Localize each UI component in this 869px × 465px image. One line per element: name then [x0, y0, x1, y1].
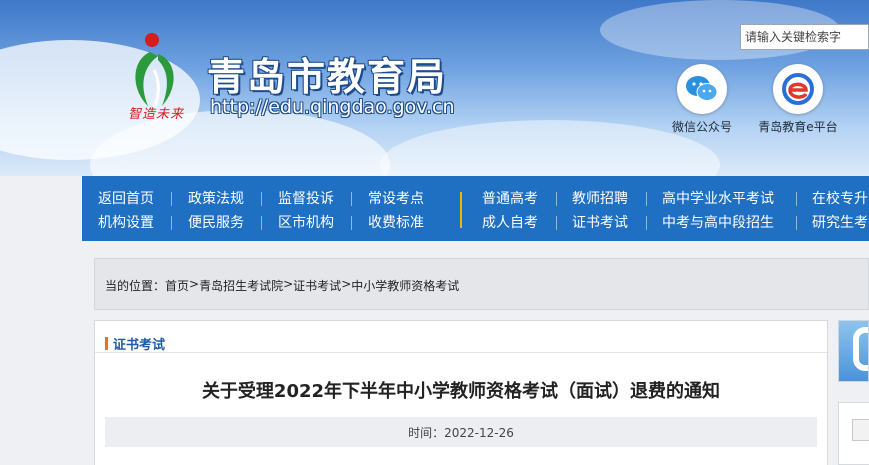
- nav-separator: [261, 216, 262, 230]
- nav-separator: [261, 192, 262, 206]
- wechat-label: 微信公众号: [671, 120, 732, 134]
- nav-item-graduate[interactable]: 研究生考: [812, 212, 868, 234]
- e-platform-icon: [773, 64, 823, 114]
- breadcrumb-exam-institute[interactable]: 青岛招生考试院: [199, 277, 283, 294]
- breadcrumb-certificate-exam[interactable]: 证书考试: [293, 277, 341, 294]
- nav-item-policy[interactable]: 政策法规: [188, 188, 244, 210]
- nav-item-self-study[interactable]: 成人自考: [482, 212, 538, 234]
- nav-item-organization[interactable]: 机构设置: [98, 212, 154, 234]
- nav-item-academic-level[interactable]: 高中学业水平考试: [662, 188, 774, 210]
- header-banner: 智造未来 青岛市教育局 http://edu.qingdao.gov.cn 微信…: [0, 0, 869, 176]
- nav-item-services[interactable]: 便民服务: [188, 212, 244, 234]
- nav-divider: [460, 192, 462, 228]
- nav-item-teacher-recruit[interactable]: 教师招聘: [572, 188, 628, 210]
- wechat-quick-link[interactable]: 微信公众号: [662, 64, 742, 135]
- nav-item-zhongkao[interactable]: 中考与高中段招生: [662, 212, 774, 234]
- breadcrumb-teacher-qualification[interactable]: 中小学教师资格考试: [351, 277, 459, 294]
- side-widget: [838, 402, 869, 465]
- side-banner[interactable]: [838, 320, 869, 382]
- nav-separator: [646, 192, 647, 206]
- nav-separator: [646, 216, 647, 230]
- nav-item-test-sites[interactable]: 常设考点: [368, 188, 424, 210]
- nav-separator: [796, 216, 797, 230]
- nav-separator: [351, 216, 352, 230]
- article-panel: 证书考试 关于受理2022年下半年中小学教师资格考试（面试）退费的通知 时间：2…: [94, 320, 828, 465]
- breadcrumb-separator: >: [341, 277, 352, 291]
- breadcrumb-panel: 当的位置： 首页 > 青岛招生考试院 > 证书考试 > 中小学教师资格考试: [94, 258, 869, 310]
- main-nav: 返回首页 政策法规 监督投诉 常设考点 普通高考 教师招聘 高中学业水平考试 在…: [82, 176, 869, 241]
- nav-separator: [556, 192, 557, 206]
- publish-time-label: 时间：: [408, 426, 445, 440]
- article-meta-bar: 时间：2022-12-26: [105, 417, 817, 447]
- nav-item-certificate-exam[interactable]: 证书考试: [572, 212, 628, 234]
- nav-separator: [171, 192, 172, 206]
- site-title[interactable]: 青岛市教育局: [207, 46, 447, 101]
- publish-time: 2022-12-26: [444, 426, 514, 440]
- nav-separator: [556, 216, 557, 230]
- nav-separator: [351, 192, 352, 206]
- wechat-icon: [677, 64, 727, 114]
- banner-graphic: [853, 327, 868, 371]
- logo-tagline: 智造未来: [128, 107, 185, 122]
- breadcrumb: 当的位置： 首页 > 青岛招生考试院 > 证书考试 > 中小学教师资格考试: [105, 277, 459, 294]
- breadcrumb-prefix: 当的位置：: [105, 279, 166, 293]
- e-platform-quick-link[interactable]: 青岛教育e平台: [758, 64, 838, 135]
- search-input[interactable]: [740, 24, 869, 50]
- article-meta: 时间：2022-12-26: [105, 424, 817, 441]
- breadcrumb-separator: >: [189, 277, 200, 291]
- nav-item-upgrade[interactable]: 在校专升: [812, 188, 868, 210]
- e-platform-label: 青岛教育e平台: [758, 120, 838, 134]
- nav-separator: [171, 216, 172, 230]
- section-title[interactable]: 证书考试: [113, 334, 165, 353]
- nav-item-district-agencies[interactable]: 区市机构: [278, 212, 334, 234]
- site-url: http://edu.qingdao.gov.cn: [210, 96, 455, 118]
- section-marker: [105, 337, 108, 350]
- nav-item-gaokao[interactable]: 普通高考: [482, 188, 538, 210]
- nav-item-complaints[interactable]: 监督投诉: [278, 188, 334, 210]
- breadcrumb-separator: >: [283, 277, 294, 291]
- article-title: 关于受理2022年下半年中小学教师资格考试（面试）退费的通知: [201, 381, 721, 402]
- nav-item-fees[interactable]: 收费标准: [368, 212, 424, 234]
- nav-item-home[interactable]: 返回首页: [98, 188, 154, 210]
- section-header: 证书考试: [95, 321, 827, 353]
- breadcrumb-home[interactable]: 首页: [165, 277, 189, 294]
- document-icon[interactable]: [852, 419, 869, 441]
- nav-separator: [796, 192, 797, 206]
